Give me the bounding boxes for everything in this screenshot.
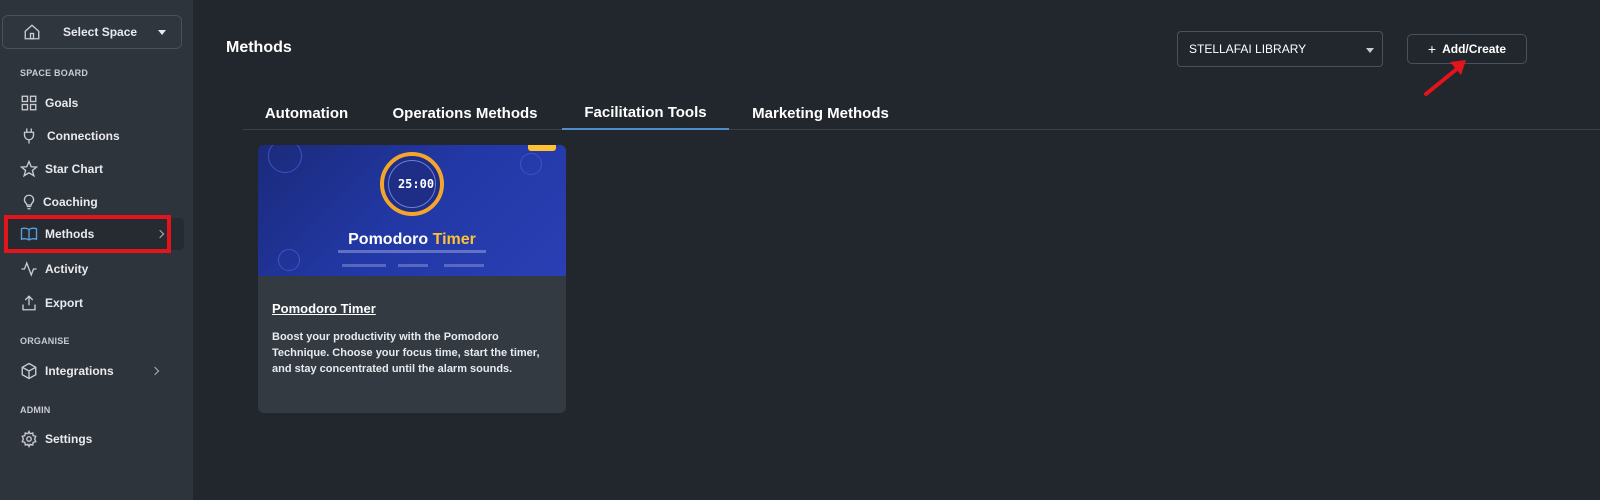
home-icon [24,24,40,40]
cube-icon [21,362,37,380]
grid-icon [21,95,37,111]
card-thumbnail: 25:00 Pomodoro Timer [258,145,566,276]
timer-ring: 25:00 [380,152,444,216]
method-card-pomodoro[interactable]: 25:00 Pomodoro Timer Pomodoro Timer Boos… [258,145,566,413]
tab-facilitation-tools[interactable]: Facilitation Tools [562,97,729,130]
thumbnail-feature-line [444,264,484,267]
page-title: Methods [226,39,292,56]
chevron-right-icon [155,229,165,239]
gear-icon [21,430,37,448]
timer-display: 25:00 [397,177,435,191]
thumbnail-title-main: Pomodoro [348,231,429,248]
sidebar-item-label: Goals [45,96,79,110]
caret-down-icon [1366,48,1374,53]
sidebar-item-connections[interactable]: Connections [4,120,184,152]
tab-operations-methods[interactable]: Operations Methods [370,97,560,130]
sidebar-item-label: Methods [45,227,95,241]
sidebar-item-star-chart[interactable]: Star Chart [4,153,184,185]
decorative-circle [520,153,542,175]
star-icon [20,160,38,178]
sidebar-item-label: Settings [45,432,93,446]
section-admin: ADMIN [20,405,51,415]
sidebar-item-label: Star Chart [45,162,104,176]
book-icon [20,227,38,241]
new-badge [528,145,556,151]
decorative-circle [268,145,302,173]
sidebar-item-label: Connections [47,129,120,143]
section-space-board: SPACE BOARD [20,68,89,78]
export-icon [22,295,36,311]
sidebar-item-label: Integrations [45,364,114,378]
sidebar: Select Space SPACE BOARD Goals Connectio… [0,0,193,500]
chevron-right-icon [150,366,160,376]
select-space-label: Select Space [63,25,138,39]
sidebar-item-activity[interactable]: Activity [4,253,184,285]
thumbnail-feature-line [398,264,428,267]
caret-down-icon [158,30,166,35]
sidebar-item-integrations[interactable]: Integrations [4,355,184,387]
decorative-circle [278,249,300,271]
sidebar-item-goals[interactable]: Goals [4,87,184,119]
plug-icon [23,128,35,144]
red-arrow-annotation [1424,60,1466,96]
thumbnail-subtitle-line [338,250,486,253]
tab-automation[interactable]: Automation [243,97,370,130]
sidebar-item-label: Coaching [43,195,98,209]
card-title-link[interactable]: Pomodoro Timer [272,301,376,316]
library-select-label: STELLAFAI LIBRARY [1189,42,1307,56]
activity-icon [21,261,37,277]
thumbnail-title: Pomodoro Timer [258,231,566,249]
section-organise: ORGANISE [20,336,70,346]
sidebar-item-settings[interactable]: Settings [4,423,184,455]
lightbulb-icon [23,194,35,210]
tab-marketing-methods[interactable]: Marketing Methods [729,97,912,130]
card-description: Boost your productivity with the Pomodor… [272,331,540,375]
library-select[interactable]: STELLAFAI LIBRARY [1177,31,1383,67]
sidebar-item-export[interactable]: Export [4,287,184,319]
add-create-label: Add/Create [1442,42,1507,56]
method-tabs: Automation Operations Methods Facilitati… [243,97,1600,130]
select-space-dropdown[interactable]: Select Space [2,15,182,49]
sidebar-item-coaching[interactable]: Coaching [4,186,184,218]
sidebar-item-methods[interactable]: Methods [4,218,184,250]
thumbnail-feature-line [342,264,386,267]
plus-icon: + [1427,41,1437,57]
sidebar-item-label: Activity [45,262,89,276]
sidebar-item-label: Export [45,296,84,310]
thumbnail-title-accent: Timer [432,231,476,248]
